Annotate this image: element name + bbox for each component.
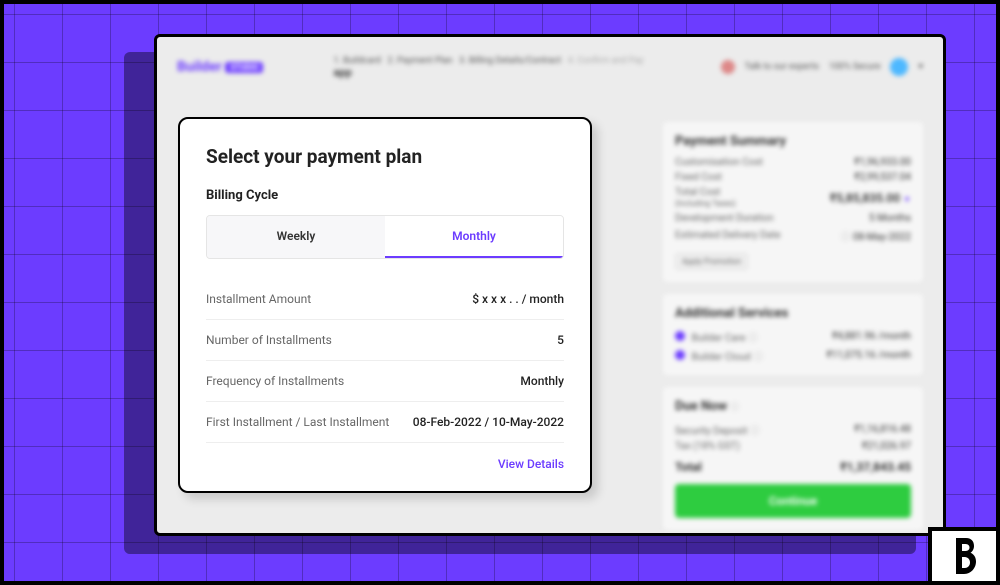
service-price: ₹4,881.96 /month	[832, 331, 911, 342]
step-3[interactable]: 3. Billing Details/Contract	[459, 56, 561, 66]
service-price: ₹11,075.16 /month	[827, 350, 912, 361]
info-icon[interactable]: ⓘ	[730, 403, 739, 413]
service-name: Builder Cloud ⓘ	[675, 348, 763, 363]
summary-total-row: Total Cost (Including Taxes) ₹5,85,835.0…	[675, 187, 911, 209]
service-toggle-icon[interactable]	[675, 350, 685, 360]
summary-label: Customisation Cost	[675, 157, 763, 168]
summary-value: ₹2,99,537.04	[854, 172, 911, 183]
user-avatar-icon[interactable]	[890, 58, 908, 76]
summary-value: 5 Months	[869, 213, 911, 224]
summary-label: Development Duration	[675, 213, 774, 224]
apply-promotion-button[interactable]: Apply Promotion	[675, 253, 748, 270]
billing-cycle-tabs: Weekly Monthly	[206, 215, 564, 259]
detail-label: Frequency of Installments	[206, 374, 344, 388]
breadcrumb-steps: 1. Buildcard 2. Payment Plan 3. Billing …	[333, 56, 710, 79]
due-label: Security Deposit ⓘ	[675, 422, 760, 437]
due-total-label: Total	[675, 460, 702, 474]
brand-logo: Builder STUDIO	[177, 59, 263, 75]
detail-row: Number of Installments 5	[206, 320, 564, 361]
expert-avatar-icon	[721, 60, 735, 74]
due-row: Tax (18% GST) ₹21,026.97	[675, 441, 911, 452]
side-panel: Payment Summary Customisation Cost ₹1,96…	[663, 122, 923, 536]
secure-badge: 100% Secure	[829, 62, 881, 72]
detail-value: 5	[557, 333, 564, 347]
due-total-row: Total ₹1,37,843.45	[675, 460, 911, 474]
step-2[interactable]: 2. Payment Plan	[388, 56, 453, 66]
payment-summary-card: Payment Summary Customisation Cost ₹1,96…	[663, 122, 923, 282]
chevron-down-icon[interactable]: ▾	[918, 62, 923, 72]
view-details-link[interactable]: View Details	[206, 457, 564, 471]
brand-mark-icon	[928, 527, 1000, 585]
talk-to-experts-link[interactable]: Talk to our experts	[745, 62, 819, 72]
continue-button[interactable]: Continue	[675, 484, 911, 518]
service-toggle-icon[interactable]	[675, 331, 685, 341]
summary-row: Estimated Delivery Date ⓘ 08-May-2022	[675, 228, 911, 243]
info-icon[interactable]: ⓘ	[840, 232, 852, 243]
summary-value: ⓘ 08-May-2022	[840, 228, 911, 243]
billing-cycle-heading: Billing Cycle	[206, 188, 564, 203]
summary-label: Estimated Delivery Date	[675, 230, 781, 241]
payment-summary-heading: Payment Summary	[675, 134, 911, 149]
info-icon[interactable]: ⓘ	[750, 426, 760, 437]
topbar-right: Talk to our experts 100% Secure ▾	[721, 58, 923, 76]
summary-row: Customisation Cost ₹1,96,933.00	[675, 157, 911, 168]
outer-frame: Builder STUDIO 1. Buildcard 2. Payment P…	[0, 0, 1000, 585]
brand-name: Builder	[177, 59, 222, 75]
due-label: Tax (18% GST)	[675, 441, 740, 452]
info-icon[interactable]: ⓘ	[748, 333, 758, 344]
detail-label: Installment Amount	[206, 292, 311, 306]
brand-tag: STUDIO	[225, 62, 263, 73]
due-now-heading: Due Now ⓘ	[675, 399, 911, 414]
chevron-down-icon[interactable]: ▼	[903, 195, 911, 204]
tab-weekly[interactable]: Weekly	[207, 216, 385, 258]
due-now-card: Due Now ⓘ Security Deposit ⓘ ₹1,16,816.4…	[663, 387, 923, 530]
due-value: ₹1,16,816.48	[854, 424, 911, 435]
additional-services-card: Additional Services Builder Care ⓘ ₹4,88…	[663, 294, 923, 375]
info-icon[interactable]: ⓘ	[753, 352, 763, 363]
due-value: ₹21,026.97	[862, 441, 911, 452]
step-1[interactable]: 1. Buildcard	[333, 56, 380, 66]
service-row: Builder Cloud ⓘ ₹11,075.16 /month	[675, 348, 911, 363]
summary-row: Fixed Cost ₹2,99,537.04	[675, 172, 911, 183]
detail-label: First Installment / Last Installment	[206, 415, 389, 429]
detail-row: Frequency of Installments Monthly	[206, 361, 564, 402]
topbar: Builder STUDIO 1. Buildcard 2. Payment P…	[177, 47, 923, 87]
detail-value: $ x x x . . / month	[472, 292, 564, 306]
additional-services-heading: Additional Services	[675, 306, 911, 321]
summary-row: Development Duration 5 Months	[675, 213, 911, 224]
detail-label: Number of Installments	[206, 333, 332, 347]
tab-monthly[interactable]: Monthly	[385, 216, 563, 258]
summary-total-label: Total Cost (Including Taxes)	[675, 187, 736, 209]
step-subtitle: app	[333, 66, 710, 79]
due-row: Security Deposit ⓘ ₹1,16,816.48	[675, 422, 911, 437]
summary-total-value: ₹5,85,835.00 ▼	[830, 191, 911, 205]
summary-value: ₹1,96,933.00	[854, 157, 911, 168]
summary-label: Fixed Cost	[675, 172, 722, 183]
due-total-value: ₹1,37,843.45	[840, 460, 911, 474]
payment-plan-modal: Select your payment plan Billing Cycle W…	[178, 117, 592, 493]
step-4[interactable]: 4. Confirm and Pay	[568, 56, 644, 66]
detail-value: Monthly	[520, 374, 564, 388]
service-name: Builder Care ⓘ	[675, 329, 758, 344]
detail-value: 08-Feb-2022 / 10-May-2022	[413, 415, 564, 429]
detail-row: Installment Amount $ x x x . . / month	[206, 279, 564, 320]
detail-row: First Installment / Last Installment 08-…	[206, 402, 564, 443]
service-row: Builder Care ⓘ ₹4,881.96 /month	[675, 329, 911, 344]
modal-title: Select your payment plan	[206, 145, 564, 168]
